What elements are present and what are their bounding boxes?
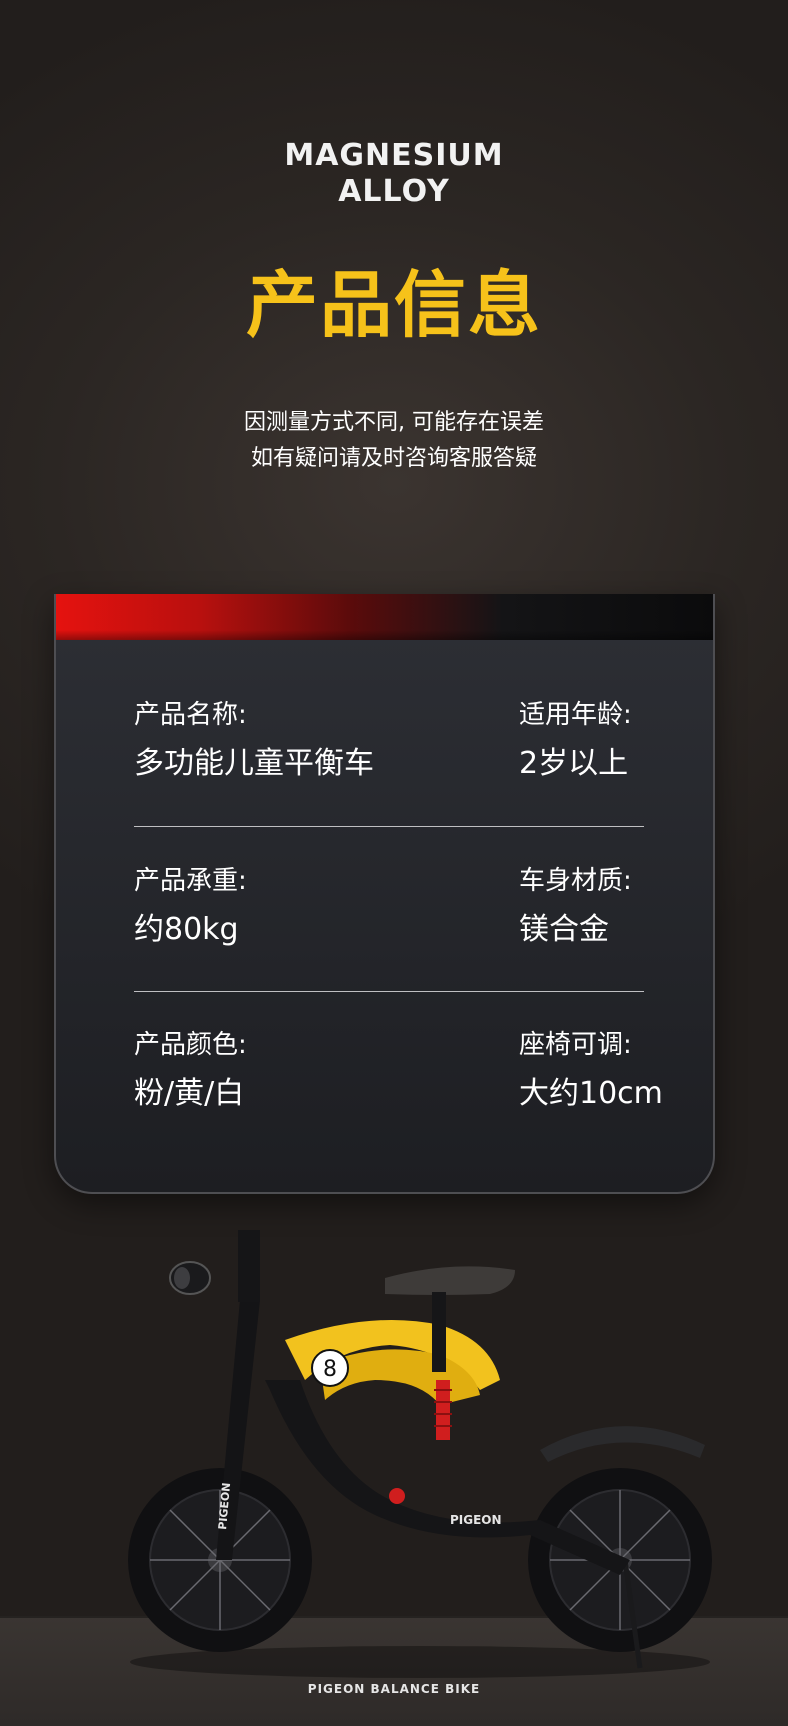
card-red-banner	[56, 594, 713, 640]
spec-material: 车身材质: 镁合金	[519, 864, 632, 950]
spec-label: 座椅可调:	[519, 1030, 632, 1060]
spec-row-3: 产品颜色: 粉/黄/白 座椅可调: 大约10cm	[134, 1028, 663, 1148]
spec-row-2: 产品承重: 约80kg 车身材质: 镁合金	[134, 864, 645, 984]
rear-shock	[434, 1380, 452, 1440]
brand-line-2: ALLOY	[338, 174, 450, 209]
rear-fender	[540, 1426, 705, 1462]
balance-bike-image: 8 PIGEON PIGEON	[128, 1230, 712, 1678]
spec-value: 粉/黄/白	[134, 1076, 245, 1111]
spec-row-1: 产品名称: 多功能儿童平衡车 适用年龄: 2岁以上	[134, 698, 645, 818]
spec-divider	[134, 826, 644, 827]
number-plate-text: 8	[323, 1357, 337, 1382]
handlebar-stem	[238, 1230, 260, 1302]
spec-seat: 座椅可调: 大约10cm	[519, 1028, 663, 1114]
spec-value: 多功能儿童平衡车	[134, 746, 374, 781]
spec-label: 车身材质:	[519, 866, 632, 896]
seat	[385, 1266, 515, 1295]
spec-label: 产品名称:	[134, 700, 247, 730]
spec-value: 约80kg	[134, 912, 239, 947]
notice-line-2: 如有疑问请及时咨询客服答疑	[250, 446, 537, 471]
spec-value: 大约10cm	[519, 1076, 663, 1111]
spec-value: 镁合金	[519, 912, 609, 947]
brand-line-1: MAGNESIUM	[284, 138, 504, 173]
spec-color: 产品颜色: 粉/黄/白	[134, 1028, 247, 1114]
spec-value: 2岁以上	[519, 746, 629, 781]
spec-product-name: 产品名称: 多功能儿童平衡车	[134, 698, 374, 784]
brand-heading: MAGNESIUM ALLOY	[0, 138, 788, 210]
spec-divider	[134, 991, 644, 992]
page-title: 产品信息	[245, 263, 542, 347]
spec-card: 产品名称: 多功能儿童平衡车 适用年龄: 2岁以上 产品承重: 约80kg 车身…	[54, 594, 715, 1194]
notice-line-1: 因测量方式不同, 可能存在误差	[244, 410, 544, 435]
footer-caption: PIGEON BALANCE BIKE	[307, 1682, 481, 1696]
spec-load: 产品承重: 约80kg	[134, 864, 247, 950]
measurement-notice: 因测量方式不同, 可能存在误差 如有疑问请及时咨询客服答疑	[0, 405, 788, 477]
seat-post	[432, 1292, 446, 1372]
spec-age: 适用年龄: 2岁以上	[519, 698, 632, 784]
spec-label: 产品颜色:	[134, 1030, 247, 1060]
spec-label: 适用年龄:	[519, 700, 632, 730]
frame-logo: PIGEON	[450, 1513, 502, 1527]
hub-accent	[389, 1488, 405, 1504]
spec-label: 产品承重:	[134, 866, 247, 896]
